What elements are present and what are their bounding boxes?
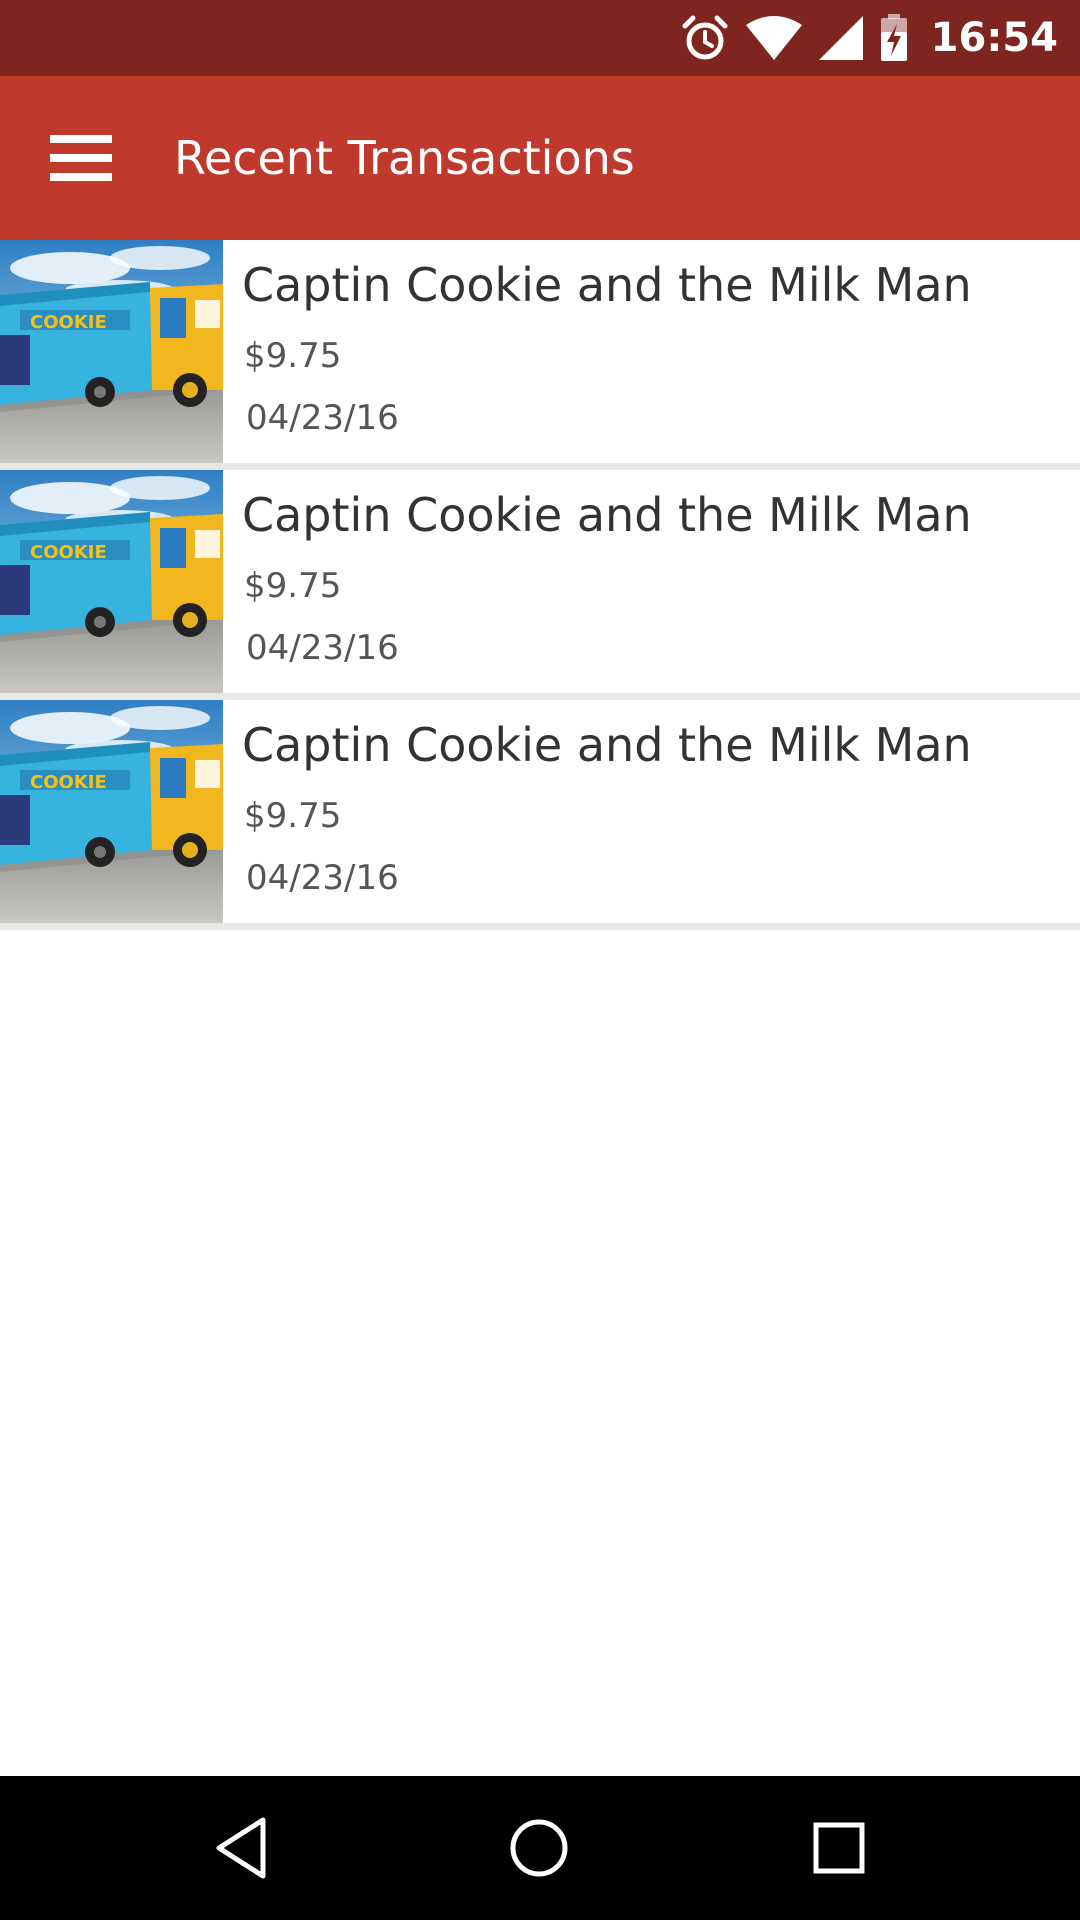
navigation-bar [0,1776,1080,1920]
alarm-icon [679,12,731,64]
status-time: 16:54 [930,15,1058,61]
page-title: Recent Transactions [174,131,635,185]
transaction-date: 04/23/16 [246,628,399,668]
transaction-amount: $9.75 [244,336,342,376]
transaction-name: Captin Cookie and the Milk Man [242,488,972,542]
transaction-list[interactable]: Captin Cookie and the Milk Man $9.75 04/… [0,240,1080,930]
back-icon [216,1817,266,1879]
food-truck-image [0,700,223,923]
status-bar: 16:54 [0,0,1080,76]
transaction-date: 04/23/16 [246,858,399,898]
status-icons: 16:54 [679,0,1058,76]
recents-icon [813,1822,865,1874]
transaction-item[interactable]: Captin Cookie and the Milk Man $9.75 04/… [0,700,1080,930]
battery-charging-icon [879,14,909,62]
hamburger-menu-icon [50,135,112,181]
recents-button[interactable] [764,1776,914,1920]
food-truck-image [0,240,223,463]
home-icon [510,1819,568,1877]
home-button[interactable] [464,1776,614,1920]
transaction-amount: $9.75 [244,566,342,606]
transaction-item[interactable]: Captin Cookie and the Milk Man $9.75 04/… [0,470,1080,700]
cell-signal-icon [817,15,865,61]
food-truck-image [0,470,223,693]
app-bar: Recent Transactions [0,76,1080,240]
menu-button[interactable] [36,122,126,194]
transaction-name: Captin Cookie and the Milk Man [242,258,972,312]
transaction-name: Captin Cookie and the Milk Man [242,718,972,772]
wifi-icon [745,15,803,61]
transaction-amount: $9.75 [244,796,342,836]
transaction-item[interactable]: Captin Cookie and the Milk Man $9.75 04/… [0,240,1080,470]
transaction-date: 04/23/16 [246,398,399,438]
back-button[interactable] [166,1776,316,1920]
screen: 16:54 Recent Transactions Captin Cookie … [0,0,1080,1920]
